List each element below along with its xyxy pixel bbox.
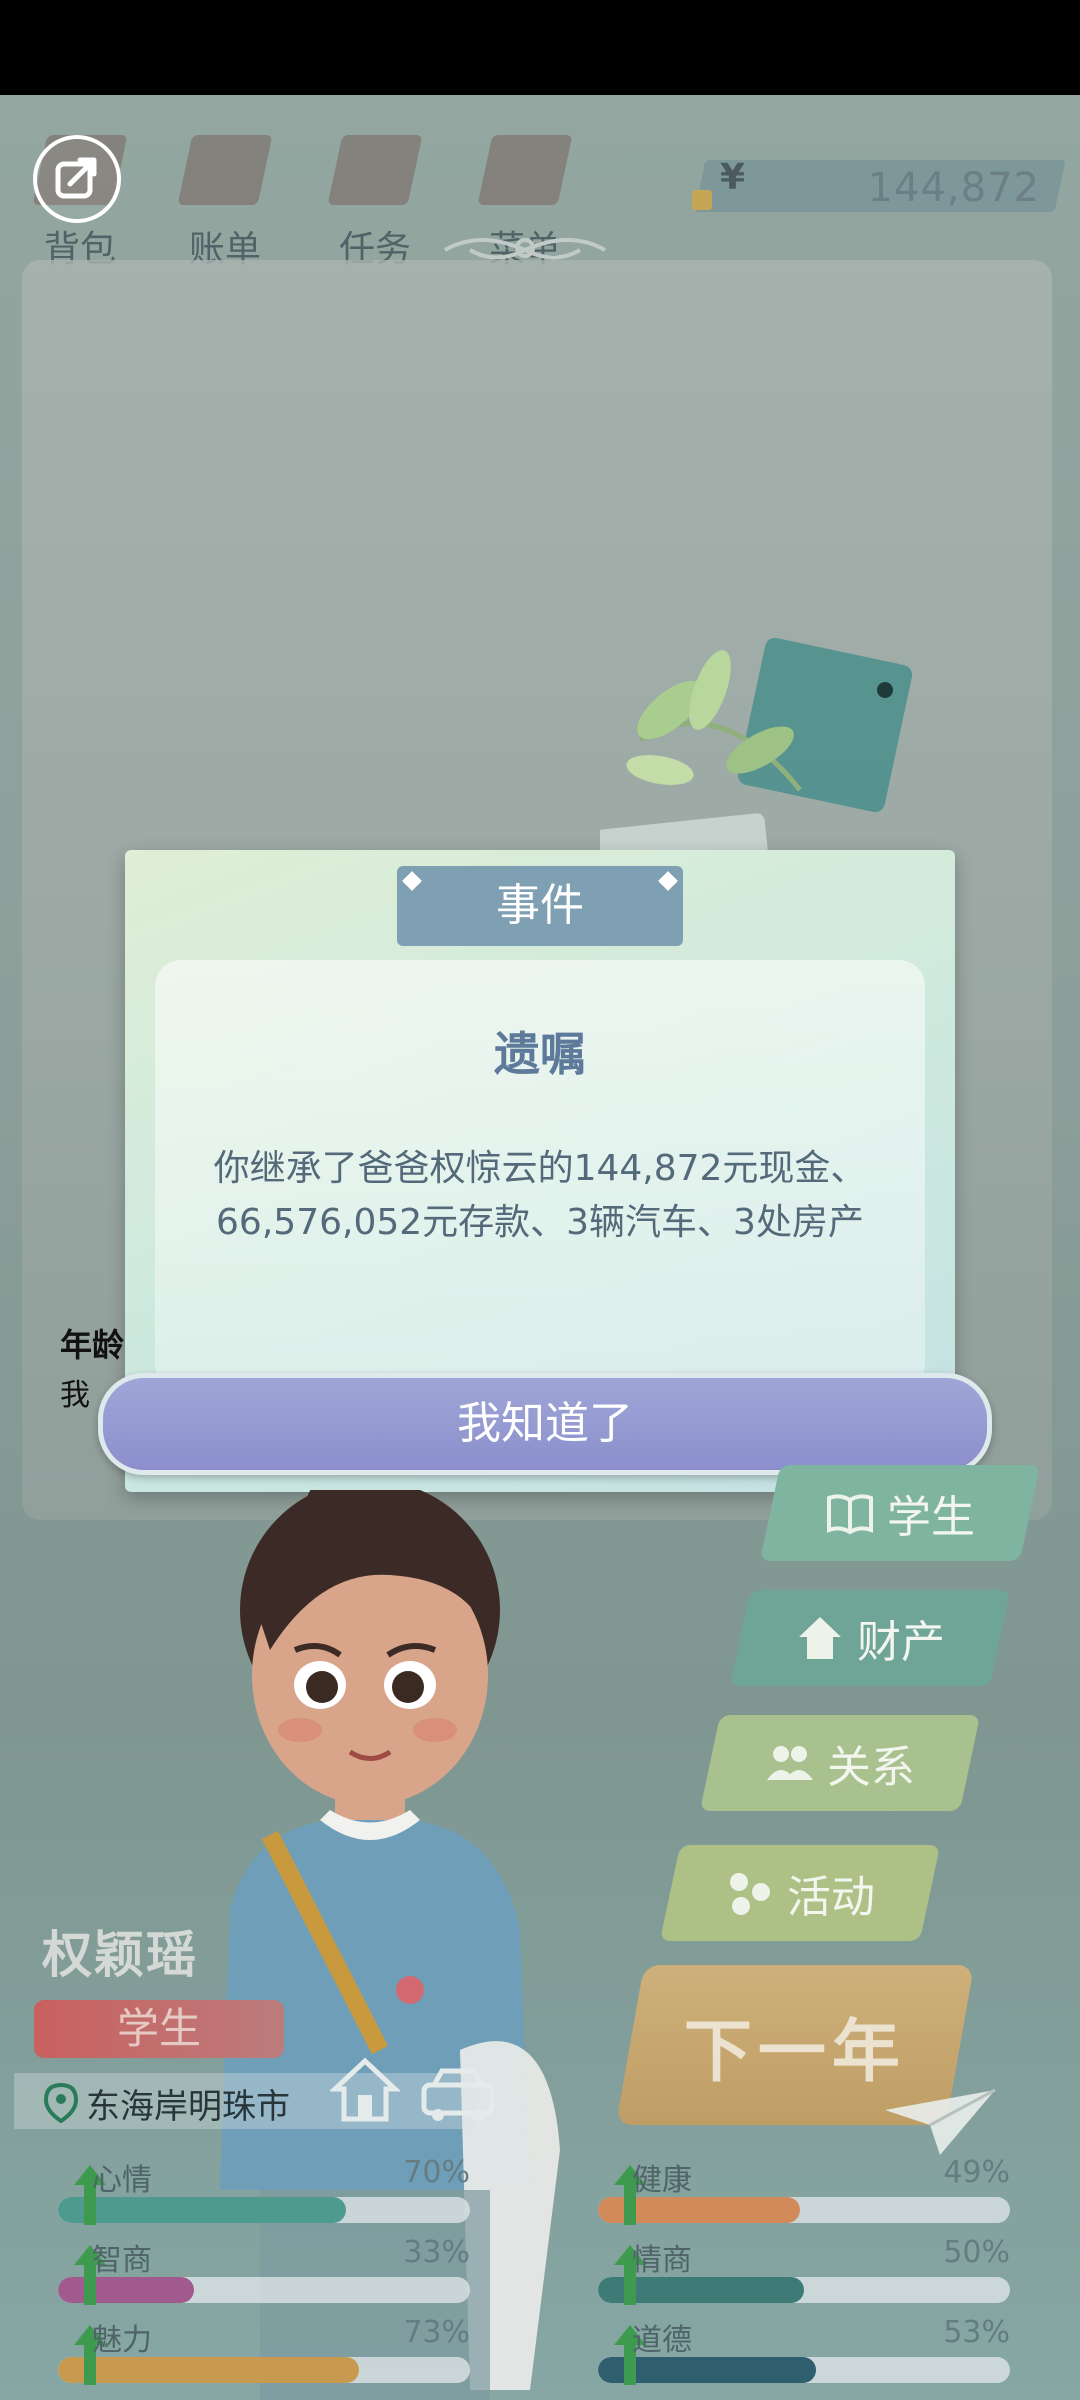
yen-icon: ¥ xyxy=(720,157,746,198)
diamond-icon xyxy=(402,871,422,891)
nav-bill[interactable]: 账单 xyxy=(165,125,285,270)
dialog-title: 遗嘱 xyxy=(494,1027,586,1081)
stat-label: 心情 xyxy=(92,2163,152,2198)
house-icon xyxy=(799,1617,841,1659)
stat-percent: 70% xyxy=(403,2155,470,2190)
stat-percent: 33% xyxy=(403,2235,470,2270)
dialog-message: 你继承了爸爸权惊云的144,872元现金、66,576,052元存款、3辆汽车、… xyxy=(213,1148,867,1243)
location-bar: 东海岸明珠市 xyxy=(14,2073,474,2129)
location-pin-icon xyxy=(44,2083,78,2123)
nav-menu[interactable]: 菜单 xyxy=(465,125,585,270)
stat-label: 健康 xyxy=(632,2163,692,2198)
status-bar xyxy=(0,0,1080,95)
bill-icon xyxy=(177,135,273,205)
menu-student-button[interactable]: 学生 xyxy=(759,1465,1041,1561)
stats-panel: 心情 70% 健康 49% 智商 33% 情商 50% 魅力 73% 道德 53% xyxy=(30,2153,1060,2398)
stat-3: 智商 33% xyxy=(30,2233,470,2313)
location-text: 东海岸明珠市 xyxy=(86,2087,290,2127)
coin-icon xyxy=(692,190,712,210)
stat-6: 道德 53% xyxy=(570,2313,1010,2393)
stat-percent: 53% xyxy=(943,2315,1010,2350)
people-icon xyxy=(767,1746,813,1780)
stat-5: 魅力 73% xyxy=(30,2313,470,2393)
share-icon xyxy=(55,157,97,199)
share-button[interactable] xyxy=(33,135,121,223)
acknowledge-button[interactable]: 我知道了 xyxy=(98,1373,992,1475)
stat-4: 情商 50% xyxy=(570,2233,1010,2313)
task-icon xyxy=(327,135,423,205)
player-name: 权颖瑶 xyxy=(42,1926,198,1984)
game-screen: 背包 账单 任务 菜单 ¥ 144,872 年龄 我 事件 遗嘱 你继承了爸爸权… xyxy=(0,95,1080,2400)
stat-label: 智商 xyxy=(92,2243,152,2278)
stat-percent: 50% xyxy=(943,2235,1010,2270)
stat-track xyxy=(58,2277,470,2303)
stat-percent: 73% xyxy=(403,2315,470,2350)
menu-label: 关系 xyxy=(827,1742,915,1793)
menu-property-button[interactable]: 财产 xyxy=(729,1590,1011,1686)
stat-label: 魅力 xyxy=(92,2323,152,2358)
stat-track xyxy=(58,2357,470,2383)
stat-2: 健康 49% xyxy=(570,2153,1010,2233)
menu-activity-button[interactable]: 活动 xyxy=(659,1845,941,1941)
stat-1: 心情 70% xyxy=(30,2153,470,2233)
car-icon[interactable] xyxy=(418,2065,498,2125)
menu-label: 活动 xyxy=(787,1872,875,1923)
dialog-tab-label: 事件 xyxy=(496,880,584,931)
stat-track xyxy=(598,2277,1010,2303)
menu-relationship-button[interactable]: 关系 xyxy=(699,1715,981,1811)
stat-track xyxy=(598,2357,1010,2383)
next-year-label: 下一年 xyxy=(683,2012,906,2092)
stat-track xyxy=(58,2197,470,2223)
book-icon xyxy=(827,1494,873,1535)
menu-label: 财产 xyxy=(857,1617,945,1668)
menu-icon xyxy=(477,135,573,205)
dialog-tab: 事件 xyxy=(397,866,683,946)
money-value: 144,872 xyxy=(867,165,1040,211)
stat-percent: 49% xyxy=(943,2155,1010,2190)
activity-icon xyxy=(730,1873,770,1915)
role-badge: 学生 xyxy=(34,2000,284,2058)
menu-label: 学生 xyxy=(887,1492,975,1543)
ornament-icon xyxy=(444,238,606,260)
stat-label: 情商 xyxy=(632,2243,692,2278)
diamond-icon xyxy=(658,871,678,891)
stat-track xyxy=(598,2197,1010,2223)
home-icon[interactable] xyxy=(330,2055,400,2125)
log-text: 我 xyxy=(60,1378,90,1413)
stat-label: 道德 xyxy=(632,2323,692,2358)
paper-plane-icon xyxy=(885,2088,996,2155)
age-label: 年龄 xyxy=(60,1326,125,1364)
nav-task[interactable]: 任务 xyxy=(315,125,435,270)
